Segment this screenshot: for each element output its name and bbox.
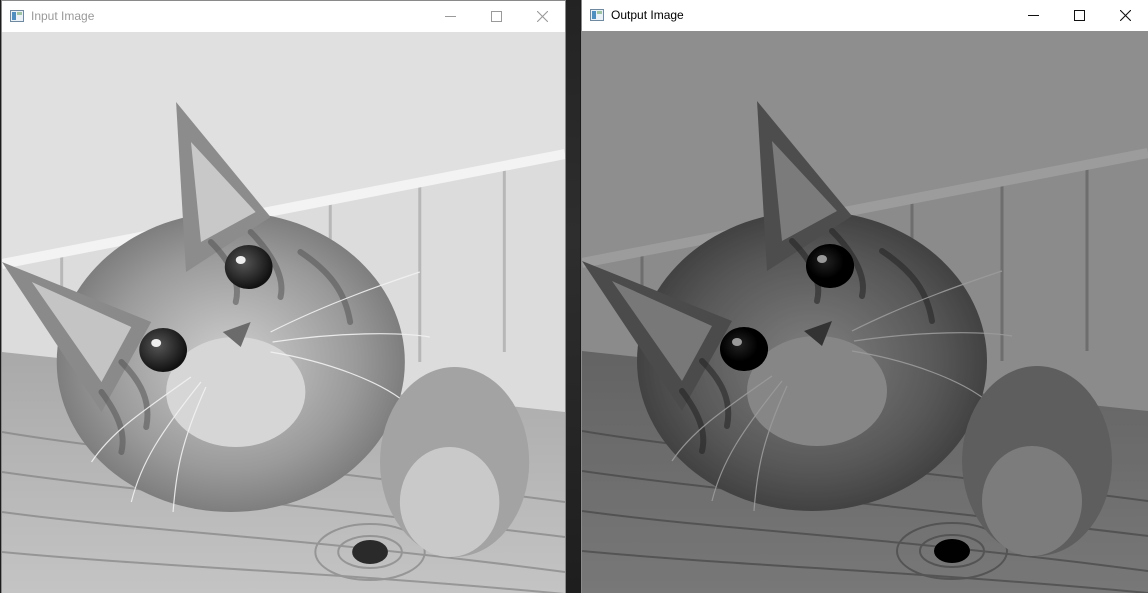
cat-photo <box>2 32 565 593</box>
close-icon <box>1120 10 1131 21</box>
maximize-button[interactable] <box>474 1 519 32</box>
title-bar[interactable]: Input Image <box>2 1 565 32</box>
window-title: Output Image <box>611 8 684 22</box>
image-canvas <box>2 32 565 593</box>
maximize-button[interactable] <box>1057 0 1102 31</box>
window-title: Input Image <box>31 9 95 23</box>
close-button[interactable] <box>520 1 565 32</box>
app-window-icon <box>10 10 24 22</box>
app-window-icon <box>590 9 604 21</box>
output-image-window: Output Image <box>581 0 1148 593</box>
desktop-gap <box>566 0 580 593</box>
maximize-icon <box>491 11 502 22</box>
minimize-icon <box>1028 15 1039 16</box>
close-button[interactable] <box>1103 0 1148 31</box>
minimize-button[interactable] <box>1011 0 1056 31</box>
input-image-window: Input Image <box>1 0 566 593</box>
minimize-button[interactable] <box>428 1 473 32</box>
image-canvas <box>582 31 1148 593</box>
title-bar[interactable]: Output Image <box>582 0 1148 31</box>
close-icon <box>537 11 548 22</box>
minimize-icon <box>445 16 456 17</box>
cat-photo <box>582 31 1148 593</box>
maximize-icon <box>1074 10 1085 21</box>
